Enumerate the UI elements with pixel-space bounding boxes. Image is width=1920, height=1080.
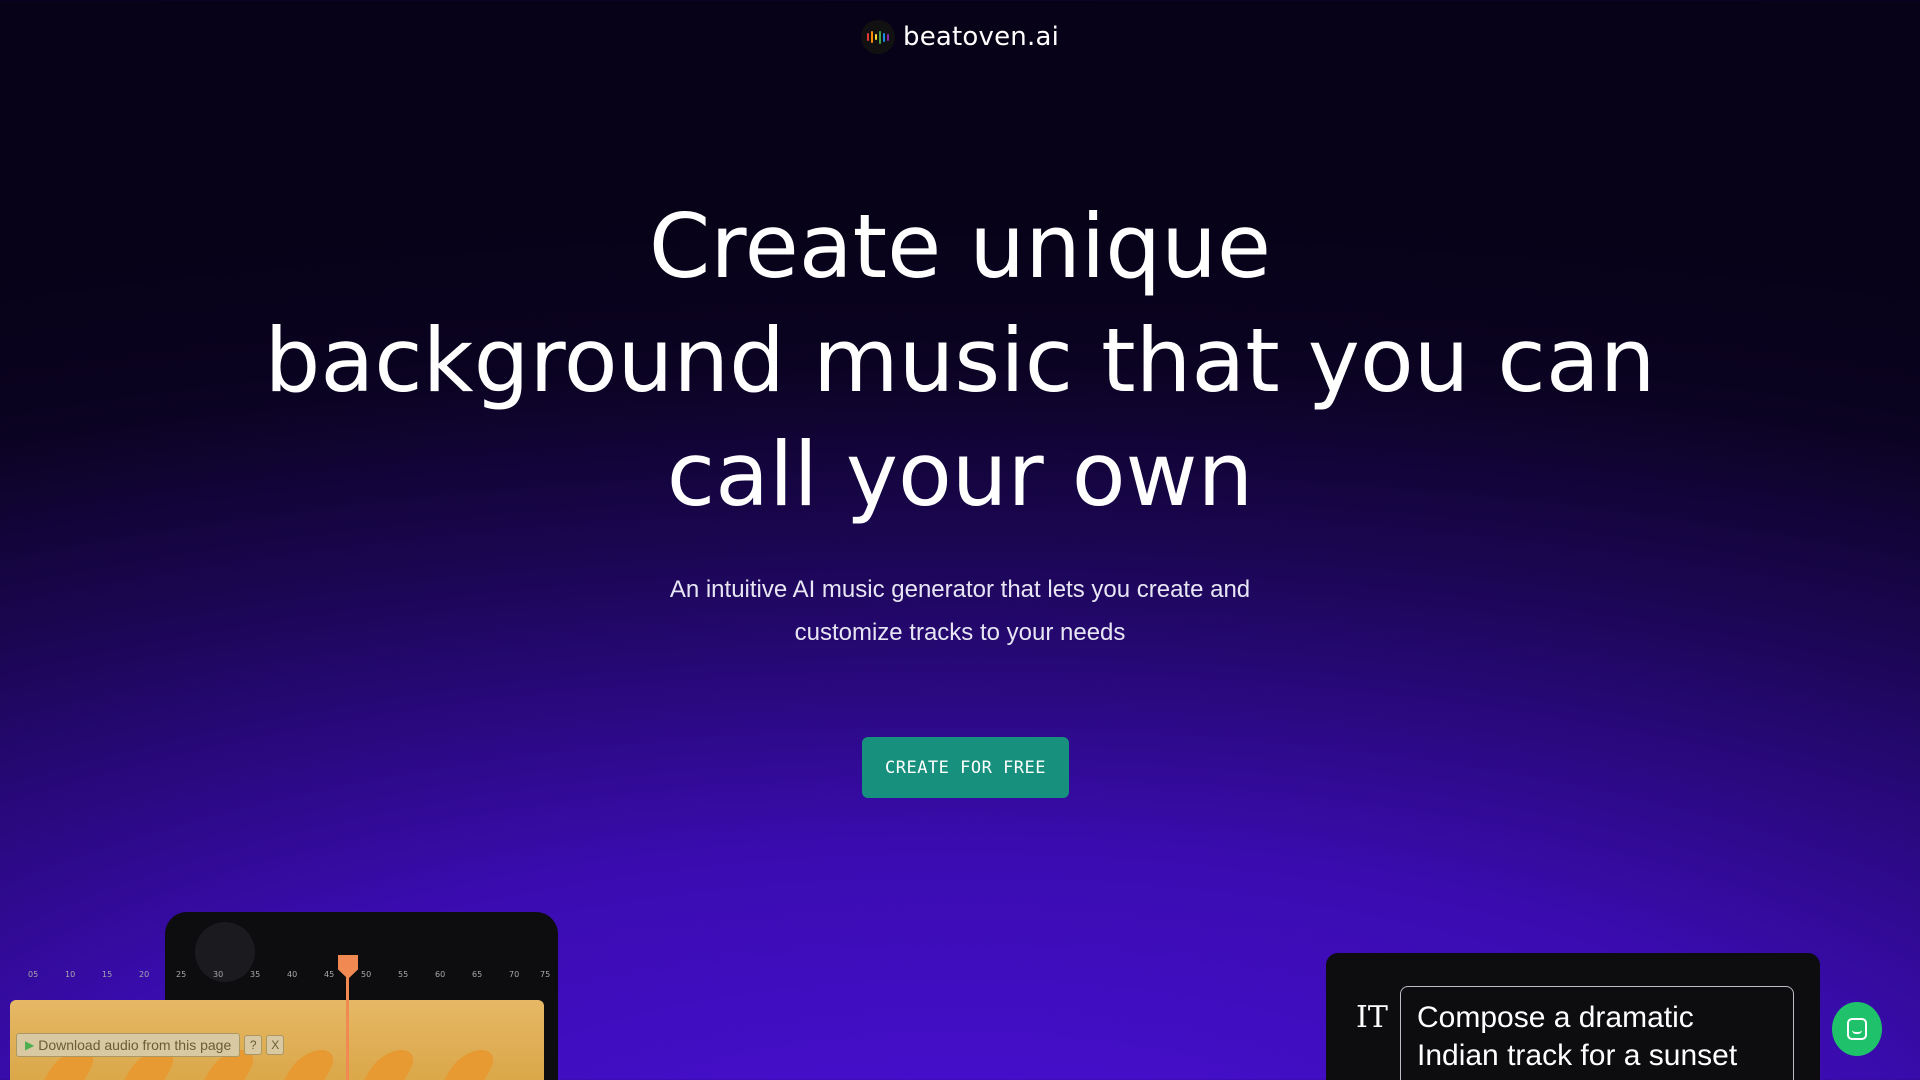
timeline-tick: 50 (361, 970, 372, 979)
brand-name[interactable]: beatoven.ai (903, 22, 1059, 52)
timeline-tick: 20 (139, 970, 150, 979)
timeline-ruler[interactable]: 05 10 15 20 25 30 35 40 45 50 55 60 65 7… (20, 962, 551, 992)
close-button[interactable]: X (266, 1035, 285, 1055)
hero-headline: Create unique background music that you … (0, 190, 1920, 532)
chat-icon (1847, 1018, 1867, 1040)
timeline-tick: 40 (287, 970, 298, 979)
timeline-tick: 10 (65, 970, 76, 979)
download-audio-label: Download audio from this page (38, 1037, 232, 1053)
subtitle-line: An intuitive AI music generator that let… (669, 576, 1251, 603)
text-tool-icon: IT (1356, 1000, 1388, 1035)
headline-line: background music that you can (264, 309, 1656, 412)
timeline-tick: 05 (28, 970, 39, 979)
play-icon: ▶ (25, 1038, 35, 1052)
create-for-free-button[interactable]: CREATE FOR FREE (862, 737, 1069, 798)
timeline-tick: 35 (250, 970, 261, 979)
timeline-tick: 25 (176, 970, 187, 979)
timeline-tick: 30 (213, 970, 224, 979)
timeline-tick: 65 (472, 970, 483, 979)
waveform-shape (438, 1050, 502, 1080)
download-audio-toolbar: ▶ Download audio from this page ? X (16, 1032, 316, 1058)
timeline-tick: 75 (540, 970, 551, 979)
help-button[interactable]: ? (244, 1035, 263, 1055)
prompt-text-box[interactable]: Compose a dramatic Indian track for a su… (1400, 986, 1794, 1080)
site-header: beatoven.ai (0, 20, 1920, 54)
chat-launcher-button[interactable] (1832, 1002, 1882, 1056)
download-audio-button[interactable]: ▶ Download audio from this page (16, 1033, 241, 1057)
timeline-tick: 15 (102, 970, 113, 979)
playhead-line (346, 975, 349, 1080)
timeline-tick: 60 (435, 970, 446, 979)
timeline-tick: 55 (398, 970, 409, 979)
equalizer-bars-icon[interactable] (860, 20, 895, 54)
timeline-tick: 45 (324, 970, 335, 979)
timeline-tick: 70 (509, 970, 520, 979)
headline-line: Create unique (648, 195, 1272, 298)
hero-subtitle: An intuitive AI music generator that let… (0, 568, 1920, 654)
subtitle-line: customize tracks to your needs (794, 619, 1126, 646)
headline-line: call your own (666, 423, 1254, 526)
waveform-shape (358, 1050, 422, 1080)
